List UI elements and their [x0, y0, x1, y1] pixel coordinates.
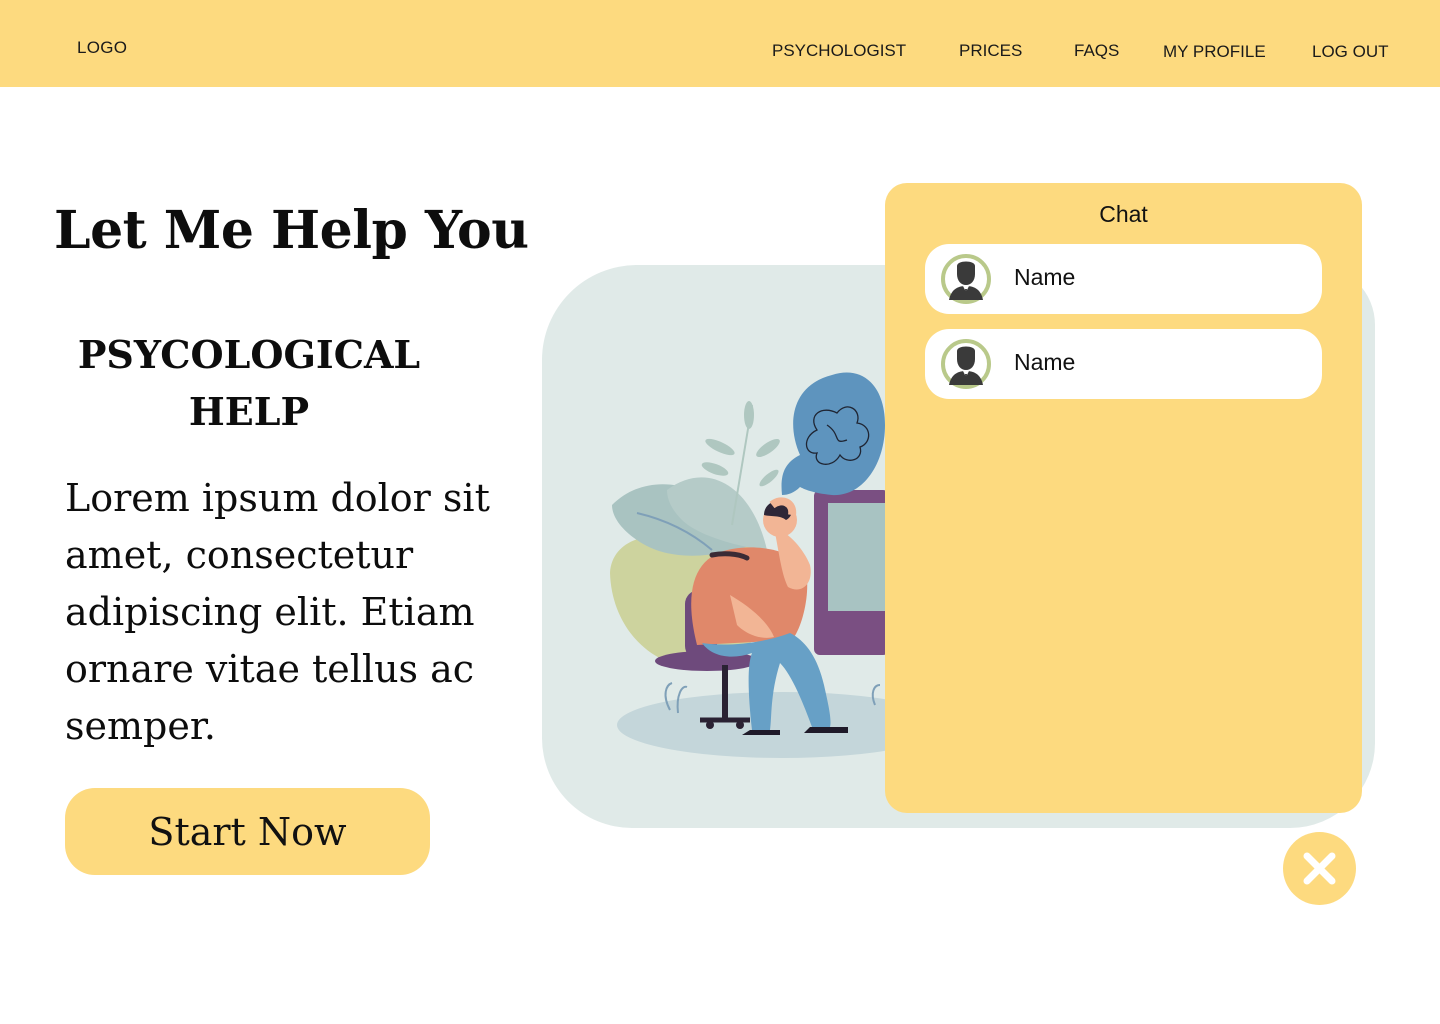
chat-panel: Chat Name Name: [885, 183, 1362, 813]
chat-contact-item[interactable]: Name: [925, 244, 1322, 314]
nav-psychologist[interactable]: PSYCHOLOGIST: [772, 41, 906, 61]
top-navigation-bar: LOGO PSYCHOLOGIST PRICES FAQS MY PROFILE…: [0, 0, 1440, 87]
logo[interactable]: LOGO: [77, 38, 127, 58]
hero-description: Lorem ipsum dolor sit amet, consectetur …: [65, 476, 490, 748]
start-now-button[interactable]: Start Now: [65, 788, 430, 875]
chat-title: Chat: [1099, 201, 1148, 227]
chat-contact-name: Name: [1014, 264, 1076, 290]
hero-title: Let Me Help You: [54, 200, 529, 261]
nav-log-out[interactable]: LOG OUT: [1312, 42, 1389, 62]
user-avatar-icon: [941, 339, 991, 389]
user-avatar-icon: [941, 254, 991, 304]
chat-contact-name: Name: [1014, 349, 1076, 375]
nav-prices[interactable]: PRICES: [959, 41, 1022, 61]
close-chat-button[interactable]: [1283, 832, 1356, 905]
nav-faqs[interactable]: FAQS: [1074, 41, 1119, 61]
close-icon: [1303, 852, 1336, 885]
chat-contact-item[interactable]: Name: [925, 329, 1322, 399]
nav-my-profile[interactable]: MY PROFILE: [1163, 42, 1266, 62]
hero-subtitle: PSYCOLOGICAL HELP: [77, 332, 421, 434]
